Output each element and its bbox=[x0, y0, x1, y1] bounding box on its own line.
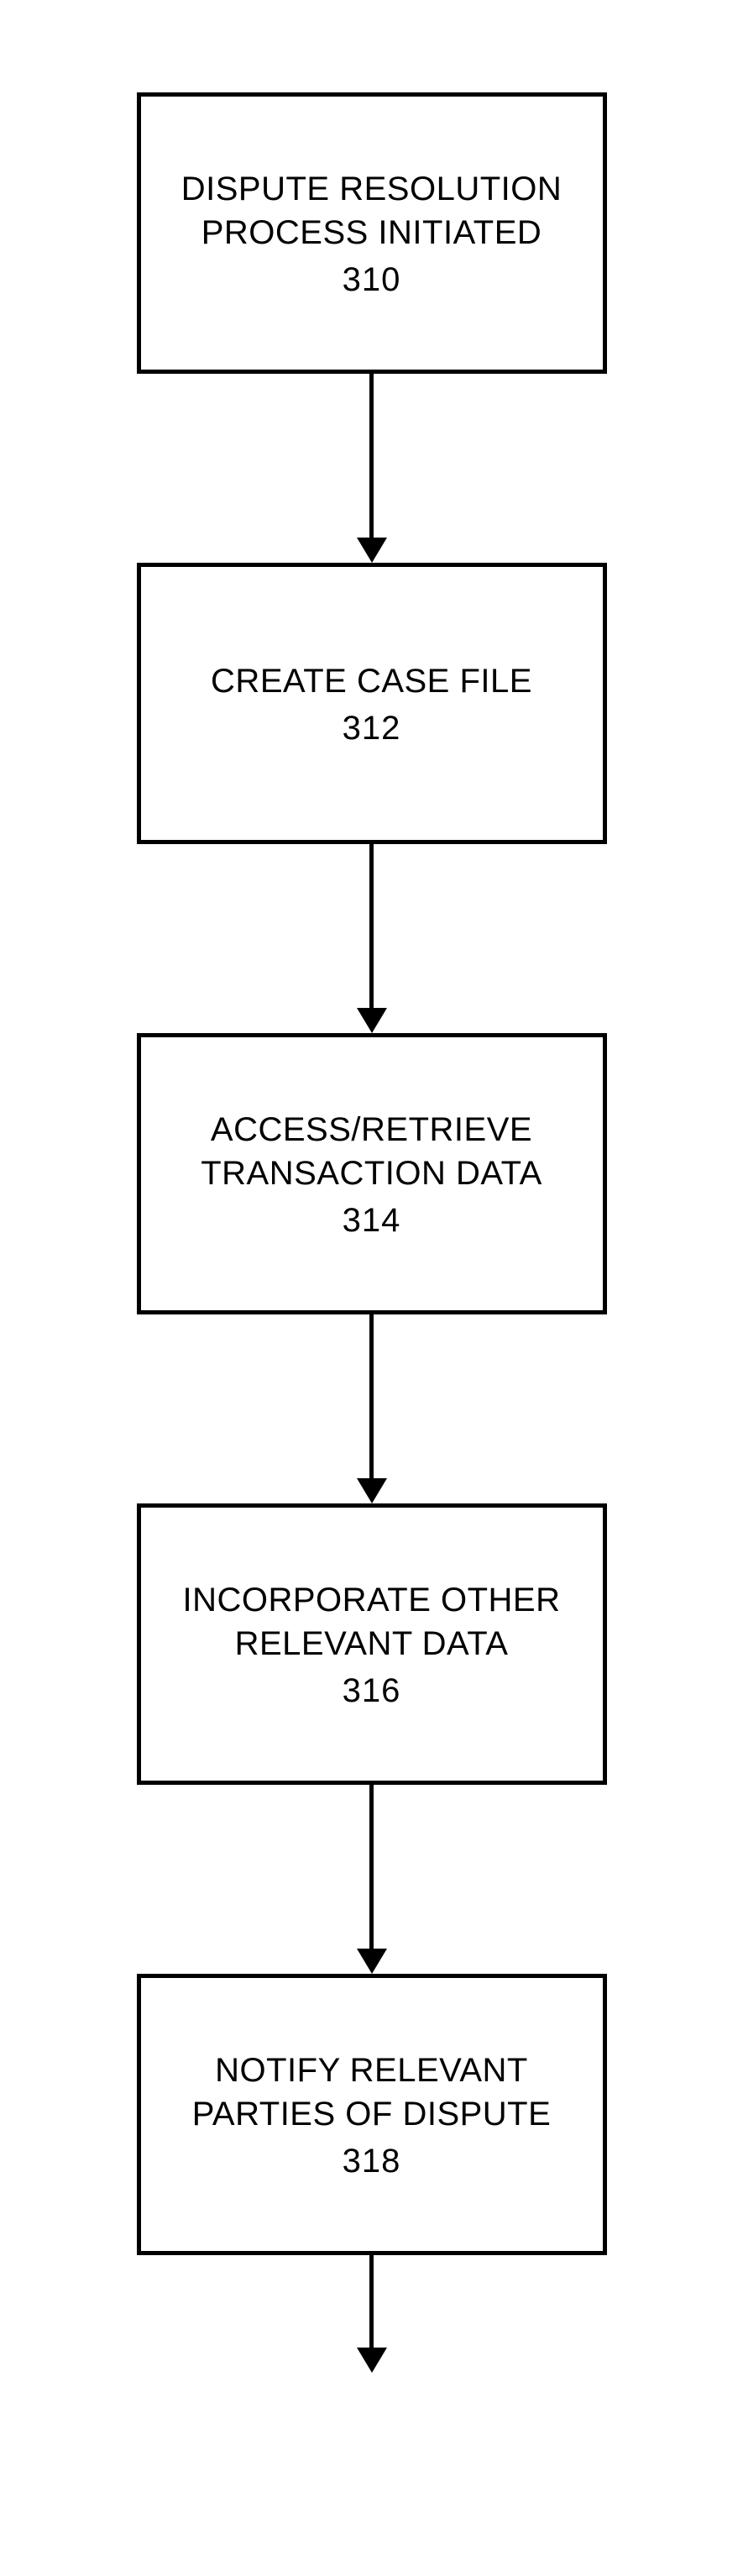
box-number: 316 bbox=[343, 1672, 401, 1710]
process-box-316: INCORPORATE OTHER RELEVANT DATA 316 bbox=[137, 1503, 607, 1785]
box-number: 312 bbox=[343, 710, 401, 748]
box-number: 314 bbox=[343, 1202, 401, 1240]
process-box-318: NOTIFY RELEVANT PARTIES OF DISPUTE 318 bbox=[137, 1974, 607, 2255]
box-number: 318 bbox=[343, 2143, 401, 2180]
box-number: 310 bbox=[343, 261, 401, 299]
process-box-310: DISPUTE RESOLUTION PROCESS INITIATED 310 bbox=[137, 92, 607, 374]
box-title: INCORPORATE OTHER RELEVANT DATA bbox=[158, 1578, 586, 1666]
box-title: DISPUTE RESOLUTION PROCESS INITIATED bbox=[158, 167, 586, 254]
box-title: NOTIFY RELEVANT PARTIES OF DISPUTE bbox=[158, 2049, 586, 2136]
arrow-down-icon bbox=[357, 1314, 387, 1503]
box-title: CREATE CASE FILE bbox=[211, 659, 532, 703]
process-box-312: CREATE CASE FILE 312 bbox=[137, 563, 607, 844]
process-box-314: ACCESS/RETRIEVE TRANSACTION DATA 314 bbox=[137, 1033, 607, 1314]
arrow-down-icon bbox=[357, 1785, 387, 1974]
arrow-down-icon bbox=[357, 374, 387, 563]
arrow-down-icon bbox=[357, 844, 387, 1033]
arrow-down-icon bbox=[357, 2255, 387, 2373]
flowchart: DISPUTE RESOLUTION PROCESS INITIATED 310… bbox=[137, 92, 607, 2373]
box-title: ACCESS/RETRIEVE TRANSACTION DATA bbox=[158, 1108, 586, 1195]
